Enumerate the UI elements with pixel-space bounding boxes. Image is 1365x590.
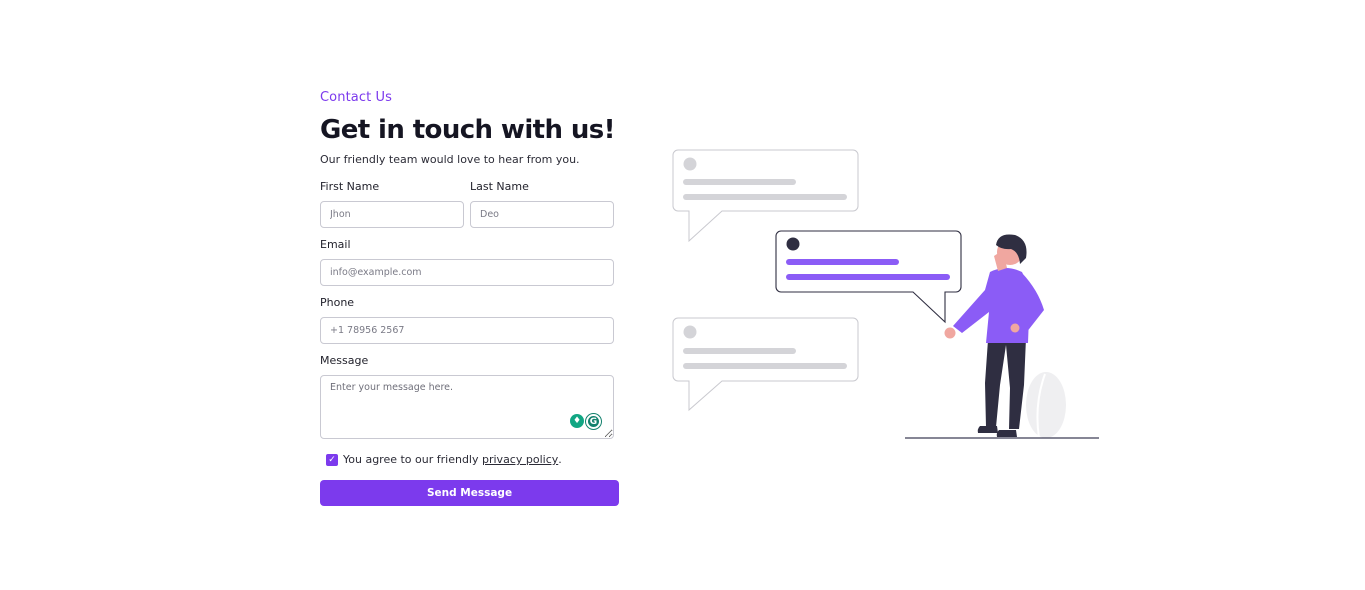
agree-checkbox[interactable]: ✓ xyxy=(326,453,338,466)
email-field-group: Email xyxy=(320,238,614,286)
page-title: Get in touch with us! xyxy=(320,115,615,145)
message-textarea[interactable] xyxy=(320,375,614,439)
page-subtitle: Our friendly team would love to hear fro… xyxy=(320,153,580,166)
message-label: Message xyxy=(320,354,369,367)
name-row: First Name Last Name xyxy=(320,180,620,228)
chat-bubble-top xyxy=(672,149,859,243)
message-wrapper: ♦ G xyxy=(320,375,614,439)
eyebrow-label: Contact Us xyxy=(320,90,392,105)
first-name-field-group: First Name xyxy=(320,180,464,228)
grammarly-icon[interactable]: G xyxy=(586,414,601,429)
phone-label: Phone xyxy=(320,296,355,309)
privacy-agreement: ✓ You agree to our friendly privacy poli… xyxy=(326,453,620,466)
checkmark-icon: ✓ xyxy=(328,454,336,465)
message-field-group: Message ♦ G xyxy=(320,354,614,439)
agree-text-end: . xyxy=(558,453,562,466)
contact-form-section: Contact Us Get in touch with us! Our fri… xyxy=(320,90,620,506)
email-input[interactable] xyxy=(320,259,614,286)
chat-bubble-middle xyxy=(775,230,962,324)
textarea-extensions: ♦ G xyxy=(570,414,601,429)
privacy-policy-link[interactable]: privacy policy xyxy=(482,453,558,466)
send-message-button[interactable]: Send Message xyxy=(320,480,619,506)
first-name-label: First Name xyxy=(320,180,380,193)
last-name-label: Last Name xyxy=(470,180,529,193)
chat-bubble-bottom xyxy=(672,317,859,412)
agree-text: You agree to our friendly xyxy=(343,453,482,466)
plant-decoration xyxy=(1026,372,1066,439)
last-name-input[interactable] xyxy=(470,201,614,228)
phone-field-group: Phone xyxy=(320,296,614,344)
first-name-input[interactable] xyxy=(320,201,464,228)
phone-input[interactable] xyxy=(320,317,614,344)
contact-illustration xyxy=(672,149,1099,439)
last-name-field-group: Last Name xyxy=(470,180,614,228)
email-label: Email xyxy=(320,238,351,251)
bulb-extension-icon[interactable]: ♦ xyxy=(570,414,584,428)
